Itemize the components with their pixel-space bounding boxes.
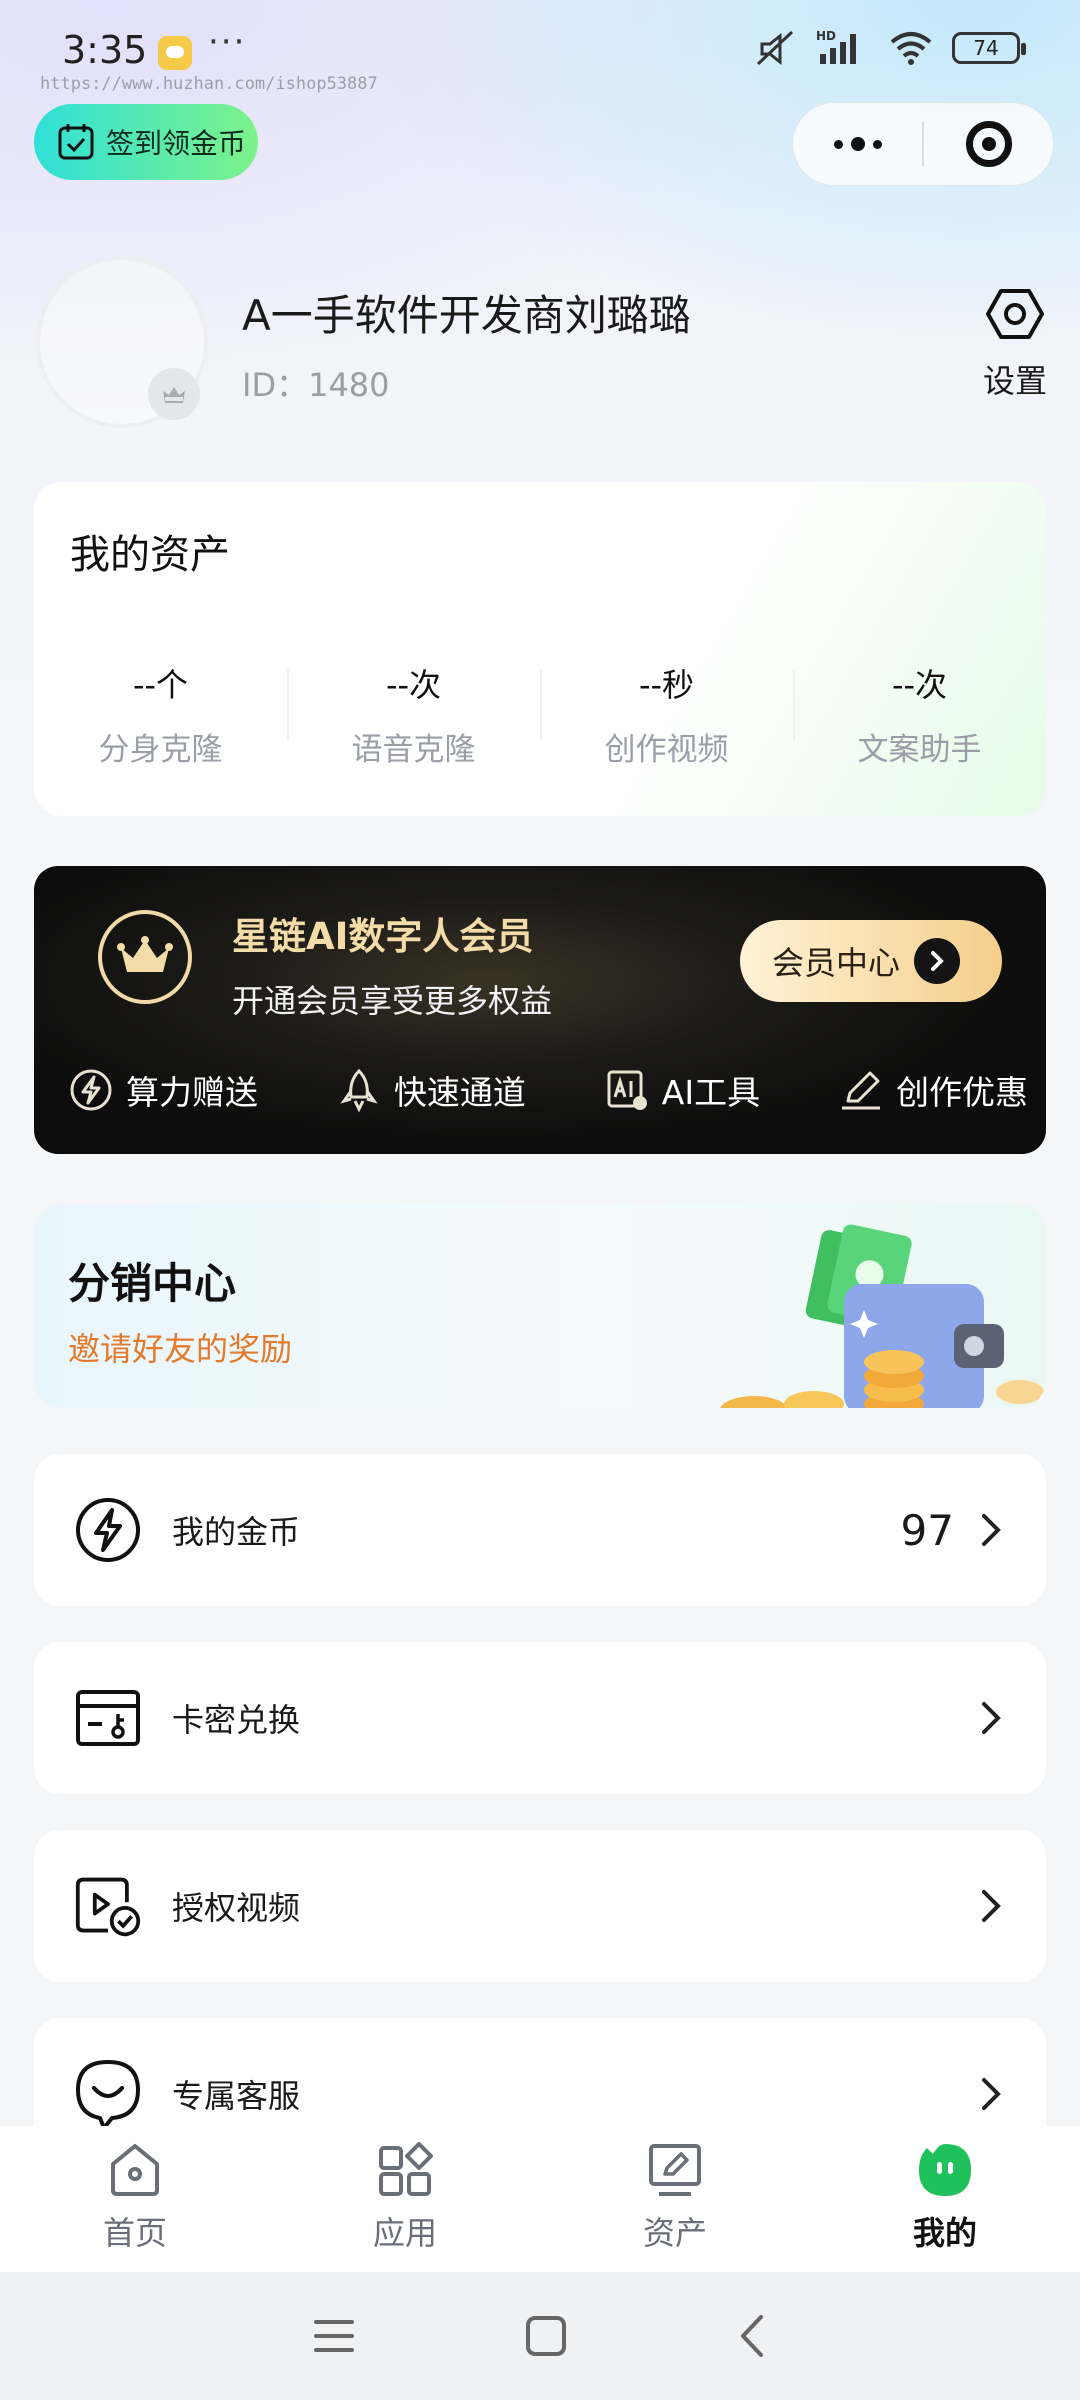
asset-item-copywriting[interactable]: --次 文案助手: [793, 660, 1046, 769]
asset-item-video[interactable]: --秒 创作视频: [540, 660, 793, 769]
vip-perks: 算力赠送 快速通道 AI工具 创作优惠: [68, 1066, 1028, 1114]
perk-label: AI工具: [661, 1073, 761, 1112]
calendar-check-icon: [58, 124, 94, 160]
checkin-button[interactable]: 签到领金币: [34, 104, 258, 180]
avatar-level-badge: [148, 368, 200, 420]
settings-button[interactable]: 设置: [970, 288, 1060, 402]
notification-app-icon: [158, 36, 192, 70]
menu-row-card-redeem[interactable]: 卡密兑换: [34, 1642, 1046, 1794]
tab-label: 首页: [102, 2214, 167, 2252]
tab-label: 我的: [912, 2214, 977, 2252]
menu-label: 授权视频: [172, 1889, 301, 1927]
coin-balance: 97: [900, 1505, 954, 1555]
asset-label: 分身克隆: [98, 732, 223, 768]
mute-icon: [756, 30, 794, 66]
settings-hexagon-icon: [986, 289, 1044, 339]
checkin-label: 签到领金币: [106, 127, 247, 160]
lightning-icon: [70, 1069, 112, 1111]
perk-label: 快速通道: [393, 1073, 526, 1112]
profile-name: A一手软件开发商刘璐璐: [242, 291, 691, 340]
assets-card: 我的资产 --个 分身克隆 --次 语音克隆 --秒 创作视频 --次 文案助手: [34, 482, 1046, 816]
vip-membership-card[interactable]: 星链AI数字人会员 开通会员享受更多权益 会员中心 算力赠送 快速通道 AI工具…: [34, 866, 1046, 1154]
member-center-label: 会员中心: [772, 944, 901, 982]
assets-stats: --个 分身克隆 --次 语音克隆 --秒 创作视频 --次 文案助手: [34, 660, 1046, 769]
wifi-icon: [890, 32, 932, 65]
perk-compute-gift[interactable]: 算力赠送: [68, 1066, 258, 1114]
asset-label: 文案助手: [857, 732, 982, 768]
close-miniprogram-button[interactable]: [924, 103, 1053, 185]
ai-tool-icon: [607, 1070, 647, 1110]
asset-value: --次: [891, 666, 948, 704]
menu-label: 卡密兑换: [172, 1701, 301, 1739]
distribution-title: 分销中心: [68, 1259, 237, 1308]
tab-label: 应用: [372, 2214, 437, 2252]
vip-subtitle: 开通会员享受更多权益: [232, 982, 553, 1020]
perk-label: 创作优惠: [895, 1073, 1028, 1112]
miniprogram-capsule: [792, 102, 1054, 186]
tab-assets[interactable]: 资产: [540, 2126, 810, 2272]
chevron-right-icon: [982, 1702, 1001, 1734]
asset-value: --秒: [638, 666, 695, 704]
menu-icon[interactable]: [313, 2316, 355, 2356]
perk-ai-tools[interactable]: AI工具: [604, 1066, 760, 1114]
status-more-icon: ···: [208, 22, 247, 62]
menu-label: 专属客服: [172, 2077, 301, 2115]
tab-apps[interactable]: 应用: [270, 2126, 540, 2272]
svg-text:HD: HD: [816, 29, 836, 43]
customer-service-icon: [74, 2060, 142, 2130]
assets-title: 我的资产: [70, 532, 230, 578]
more-dots-icon: [833, 137, 882, 151]
status-icons: HD 74: [752, 28, 1026, 68]
distribution-subtitle: 邀请好友的奖励: [68, 1330, 293, 1368]
chevron-right-icon: [982, 1514, 1001, 1546]
assets-icon: [649, 2144, 701, 2196]
apps-icon: [379, 2142, 433, 2196]
bottom-tab-bar: 首页 应用 资产 我的: [0, 2126, 1080, 2272]
chevron-right-icon: [982, 2078, 1001, 2110]
perk-fast-track[interactable]: 快速通道: [336, 1066, 526, 1114]
tab-label: 资产: [642, 2214, 707, 2252]
perk-creation-discount[interactable]: 创作优惠: [838, 1066, 1028, 1114]
menu-row-authorized-video[interactable]: 授权视频: [34, 1830, 1046, 1982]
card-key-icon: [74, 1684, 142, 1752]
battery-icon: 74: [952, 32, 1026, 64]
lightning-circle-icon: [74, 1496, 142, 1564]
menu-row-my-coins[interactable]: 我的金币 97: [34, 1454, 1046, 1606]
video-auth-icon: [74, 1872, 142, 1940]
perk-label: 算力赠送: [126, 1073, 258, 1112]
asset-label: 创作视频: [604, 732, 729, 768]
crown-badge-icon: [163, 387, 185, 403]
tab-mine[interactable]: 我的: [810, 2126, 1080, 2272]
home-icon: [111, 2144, 159, 2196]
menu-label: 我的金币: [172, 1513, 301, 1551]
rocket-icon: [340, 1068, 378, 1113]
asset-item-avatar-clone[interactable]: --个 分身克隆: [34, 660, 287, 769]
system-navigation-bar: [0, 2272, 1080, 2400]
pen-icon: [841, 1071, 880, 1110]
chevron-right-icon: [982, 1890, 1001, 1922]
chevron-right-icon: [914, 938, 961, 984]
wallet-coins-illustration: [720, 1224, 1044, 1408]
profile-id: ID：1480: [242, 366, 390, 404]
watermark-url: https://www.huzhan.com/ishop53887: [40, 74, 378, 94]
vip-title: 星链AI数字人会员: [232, 915, 534, 958]
target-icon: [965, 121, 1012, 167]
distribution-center-card[interactable]: 分销中心 邀请好友的奖励: [34, 1204, 1046, 1408]
home-square-icon[interactable]: [525, 2315, 567, 2357]
member-center-button[interactable]: 会员中心: [740, 920, 1002, 1002]
mine-icon: [919, 2144, 971, 2196]
back-icon[interactable]: [737, 2313, 767, 2359]
more-menu-button[interactable]: [793, 103, 922, 185]
asset-value: --个: [132, 666, 189, 704]
asset-label: 语音克隆: [351, 732, 476, 768]
tab-home[interactable]: 首页: [0, 2126, 270, 2272]
vip-crown-icon: [98, 910, 192, 1004]
asset-value: --次: [385, 666, 442, 704]
asset-item-voice-clone[interactable]: --次 语音克隆: [287, 660, 540, 769]
signal-icon: HD: [816, 29, 856, 64]
status-time: 3:35: [62, 28, 148, 72]
settings-label: 设置: [982, 362, 1047, 400]
